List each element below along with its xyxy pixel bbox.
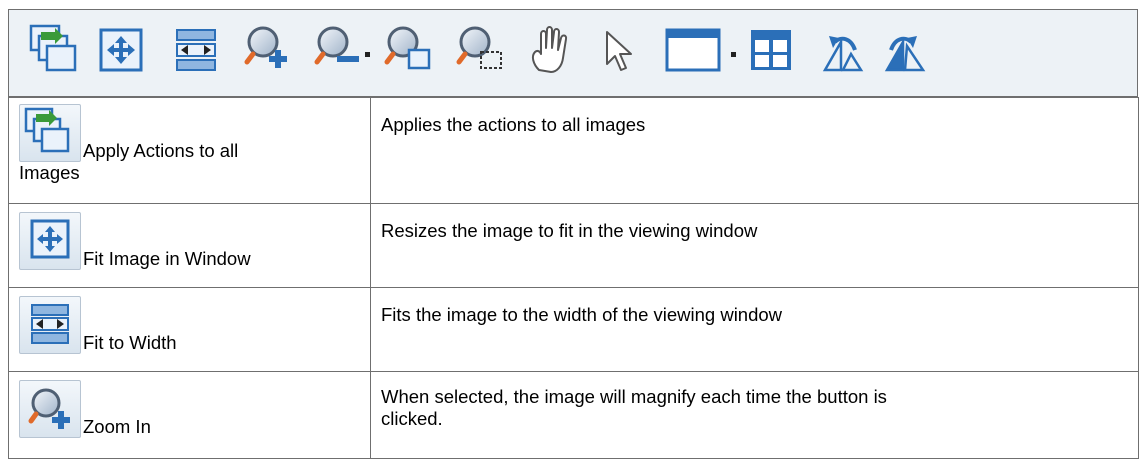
row-label-continued: Images [19, 162, 80, 183]
row-description: When selected, the image will magnify ea… [381, 386, 887, 407]
apply-actions-icon[interactable] [29, 24, 77, 72]
table-cell-description: Resizes the image to fit in the viewing … [370, 203, 1139, 288]
window-layout-icon[interactable] [665, 28, 721, 72]
table-row: Fit to Width Fits the image to the width… [8, 287, 1139, 372]
row-label: Fit to Width [83, 332, 177, 353]
dropdown-icon[interactable] [365, 52, 370, 57]
table-cell-description: When selected, the image will magnify ea… [370, 371, 1139, 459]
zoom-in-icon[interactable] [19, 380, 81, 438]
zoom-out-icon[interactable] [314, 26, 359, 65]
row-description: Resizes the image to fit in the viewing … [381, 220, 758, 241]
dropdown-icon[interactable] [731, 52, 736, 57]
arrow-pointer-icon[interactable] [606, 31, 632, 71]
table-row: Apply Actions to all Images Applies the … [8, 97, 1139, 204]
zoom-selection-icon[interactable] [456, 26, 502, 69]
table-cell-label: Fit Image in Window [8, 203, 371, 288]
fit-window-icon[interactable] [99, 28, 143, 72]
row-description-continued: clicked. [381, 408, 443, 429]
table-row: Fit Image in Window Resizes the image to… [8, 203, 1139, 288]
table-cell-label: Fit to Width [8, 287, 371, 372]
hand-pan-icon[interactable] [531, 26, 568, 73]
table-cell-description: Fits the image to the width of the viewi… [370, 287, 1139, 372]
fit-width-icon[interactable] [176, 29, 216, 71]
row-description: Applies the actions to all images [381, 114, 646, 135]
row-description: Fits the image to the width of the viewi… [381, 304, 783, 325]
fit-window-icon[interactable] [19, 212, 81, 270]
table-cell-label: Zoom In [8, 371, 371, 459]
rotate-right-icon[interactable] [884, 36, 926, 72]
table-cell-label: Apply Actions to all Images [8, 97, 371, 204]
zoom-window-icon[interactable] [384, 26, 431, 70]
document-page: Apply Actions to all Images Applies the … [0, 0, 1143, 470]
row-label: Fit Image in Window [83, 248, 251, 269]
zoom-in-icon[interactable] [244, 26, 287, 68]
table-row: Zoom In When selected, the image will ma… [8, 371, 1139, 459]
grid-layout-icon[interactable] [751, 30, 791, 70]
fit-width-icon[interactable] [19, 296, 81, 354]
toolbar-icons [29, 24, 926, 73]
row-label: Zoom In [83, 416, 151, 437]
apply-actions-icon[interactable] [19, 104, 81, 162]
rotate-left-icon[interactable] [822, 36, 864, 72]
toolbar-reference-table: Apply Actions to all Images Applies the … [8, 97, 1139, 459]
table-cell-description: Applies the actions to all images [370, 97, 1139, 204]
toolbar [8, 9, 1138, 97]
row-label: Apply Actions to all [83, 140, 239, 161]
